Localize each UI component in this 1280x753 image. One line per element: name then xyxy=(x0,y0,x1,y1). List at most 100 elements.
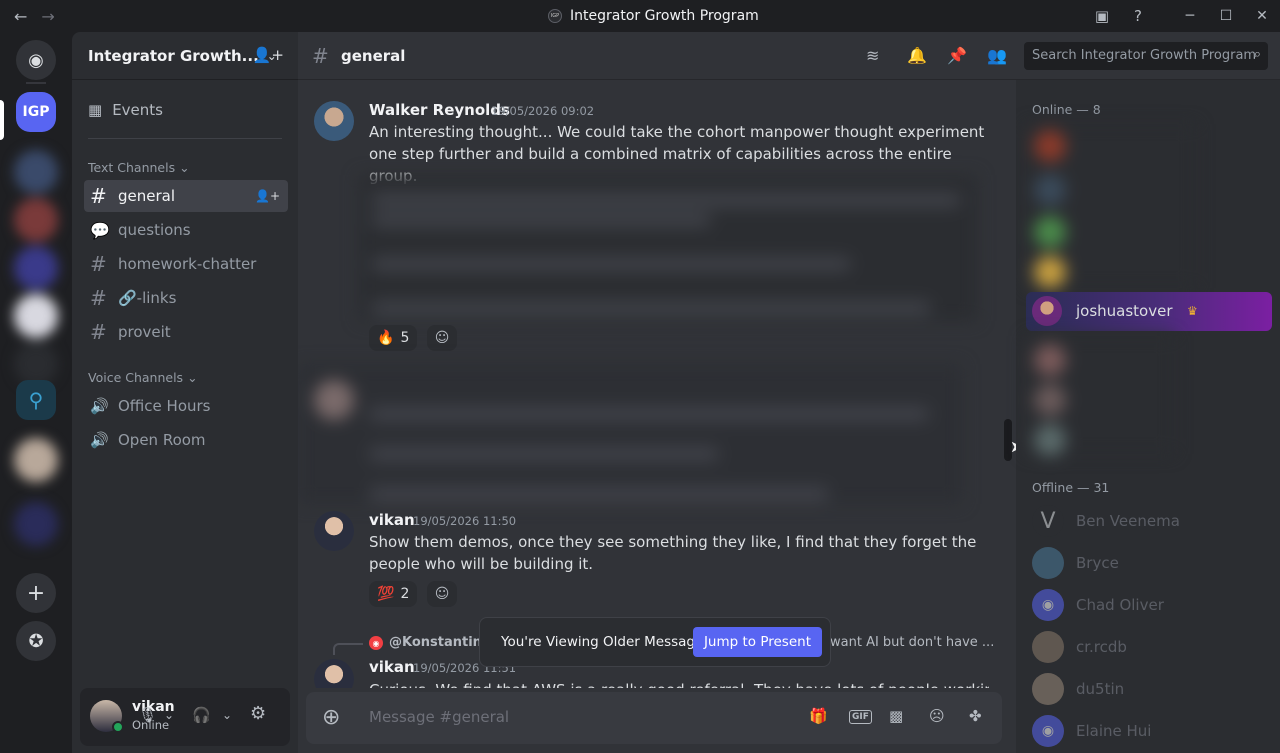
add-reaction-button[interactable]: ☺ xyxy=(427,325,457,351)
message-author[interactable]: vikan xyxy=(369,511,415,529)
avatar xyxy=(1032,547,1064,579)
message-author[interactable]: vikan xyxy=(369,658,415,676)
avatar[interactable] xyxy=(314,101,354,141)
avatar[interactable] xyxy=(314,511,354,551)
emoji-icon[interactable]: ☹ xyxy=(929,707,945,725)
headphones-icon[interactable]: 🎧 xyxy=(192,706,211,724)
hash-icon: # xyxy=(90,320,107,344)
guild-name: Integrator Growth... xyxy=(88,46,259,65)
highlighted-member-row[interactable]: joshuastover ♛ xyxy=(1026,292,1272,331)
message[interactable]: vikan 19/05/2026 11:50 Show them demos, … xyxy=(298,500,998,610)
search-input[interactable]: Search Integrator Growth Program ⌕ xyxy=(1024,42,1268,70)
avatar: ◉ xyxy=(1032,589,1064,621)
offline-header: Offline — 31 xyxy=(1032,480,1110,495)
notification-bell-icon[interactable]: 🔔 xyxy=(907,46,927,65)
status-indicator xyxy=(112,721,124,733)
avatar: V xyxy=(1032,505,1064,537)
forward-icon[interactable]: → xyxy=(41,7,54,26)
close-button[interactable]: ✕ xyxy=(1244,0,1280,32)
threads-icon[interactable]: ≋ xyxy=(866,46,879,65)
message-author[interactable]: Walker Reynolds xyxy=(369,101,510,119)
avatar[interactable] xyxy=(314,659,354,688)
jump-to-present-button[interactable]: Jump to Present xyxy=(692,627,822,657)
create-invite-icon[interactable]: 👤+ xyxy=(255,189,280,203)
member-row[interactable]: ◉ Elaine Hui xyxy=(1024,710,1272,752)
help-icon[interactable]: ? xyxy=(1120,0,1156,32)
voice-channel-open-room[interactable]: 🔊 Open Room xyxy=(84,424,288,456)
discover-icon[interactable]: ✪ xyxy=(16,621,56,661)
inbox-icon[interactable]: ▣ xyxy=(1084,0,1120,32)
hash-icon: # xyxy=(90,252,107,276)
message-text: Curious. We find that AWS is a really go… xyxy=(369,679,989,688)
channel-label: proveit xyxy=(118,323,171,341)
channel-proveit[interactable]: # proveit xyxy=(84,316,288,348)
discord-home-icon[interactable]: ◉ xyxy=(16,40,56,80)
server-logo-icon: IGP xyxy=(548,9,562,23)
message-list[interactable]: Walker Reynolds 19/05/2026 09:02 An inte… xyxy=(298,80,1016,688)
message-composer[interactable]: ⊕ Message #general 🎁 GIF ▩ ☹ ✤ xyxy=(306,692,1002,744)
pin-icon[interactable]: 📌 xyxy=(947,46,967,65)
gift-icon[interactable]: 🎁 xyxy=(809,707,828,725)
chevron-down-icon[interactable]: ⌄ xyxy=(164,708,174,722)
invite-people-icon[interactable]: 👤+ xyxy=(253,46,284,64)
minimize-button[interactable]: ─ xyxy=(1172,0,1208,32)
active-server-indicator xyxy=(0,100,4,140)
category-voice-channels[interactable]: Voice Channels ⌄ xyxy=(88,370,198,385)
microphone-icon[interactable]: 🎙 xyxy=(138,706,157,724)
back-icon[interactable]: ← xyxy=(14,7,27,26)
settings-gear-icon[interactable]: ⚙ xyxy=(250,703,266,724)
category-text-channels[interactable]: Text Channels ⌄ xyxy=(88,160,190,175)
channel-label: Open Room xyxy=(118,431,206,449)
member-row[interactable]: cr.rcdb xyxy=(1024,626,1272,668)
channel-label: general xyxy=(118,187,176,205)
message[interactable]: Walker Reynolds 19/05/2026 09:02 An inte… xyxy=(298,80,998,351)
window-title-text: Integrator Growth Program xyxy=(570,8,759,24)
events-item[interactable]: ▦ Events xyxy=(84,94,286,126)
member-list-icon[interactable]: 👥 xyxy=(987,46,1007,65)
channel-title: general xyxy=(341,47,406,65)
older-messages-bar: You're Viewing Older Messages Jump to Pr… xyxy=(479,617,831,667)
channel-links[interactable]: # 🔗-links xyxy=(84,282,288,314)
older-messages-notice: You're Viewing Older Messages xyxy=(501,634,711,650)
add-server-button[interactable]: + xyxy=(16,573,56,613)
channel-questions[interactable]: 💬 questions xyxy=(84,214,288,246)
nav-buttons: ← → xyxy=(14,7,55,26)
category-label: Voice Channels xyxy=(88,370,184,385)
reply-connector xyxy=(333,643,363,655)
member-row[interactable]: ◉ Chad Oliver xyxy=(1024,584,1272,626)
message-input[interactable]: Message #general xyxy=(369,708,509,726)
reaction-hundred[interactable]: 💯 2 xyxy=(369,581,418,607)
member-row[interactable]: V Ben Veenema xyxy=(1024,500,1272,542)
member-row[interactable]: Bryce xyxy=(1024,542,1272,584)
reaction-fire[interactable]: 🔥 5 xyxy=(369,325,418,351)
server-igp[interactable]: IGP xyxy=(16,92,56,132)
member-name: Ben Veenema xyxy=(1076,512,1180,530)
divider xyxy=(88,138,282,139)
online-header: Online — 8 xyxy=(1032,102,1101,117)
search-placeholder: Search Integrator Growth Program xyxy=(1032,48,1257,63)
channel-general[interactable]: # general 👤+ xyxy=(84,180,288,212)
gif-icon[interactable]: GIF xyxy=(849,710,872,724)
server-pin-icon[interactable]: ⚲ xyxy=(16,380,56,420)
add-reaction-button[interactable]: ☺ xyxy=(427,581,457,607)
message-timestamp: 19/05/2026 09:02 xyxy=(491,104,595,118)
member-name: du5tin xyxy=(1076,680,1125,698)
voice-channel-office-hours[interactable]: 🔊 Office Hours xyxy=(84,390,288,422)
speaker-icon: 🔊 xyxy=(90,397,109,415)
avatar xyxy=(1032,631,1064,663)
title-bar: ← → IGP Integrator Growth Program ▣ ? ─ … xyxy=(0,0,1280,32)
reply-snippet[interactable]: want AI but don't have ... xyxy=(830,635,994,650)
apps-icon[interactable]: ✤ xyxy=(969,707,982,725)
blurred-servers xyxy=(0,144,72,482)
channel-homework-chatter[interactable]: # homework-chatter xyxy=(84,248,288,280)
rail-divider xyxy=(26,82,46,84)
maximize-button[interactable]: ☐ xyxy=(1208,0,1244,32)
chevron-down-icon: ⌄ xyxy=(179,160,190,175)
attach-plus-icon[interactable]: ⊕ xyxy=(322,705,340,730)
avatar: ◉ xyxy=(1032,715,1064,747)
avatar xyxy=(1032,296,1062,326)
sticker-icon[interactable]: ▩ xyxy=(889,707,903,725)
chevron-down-icon[interactable]: ⌄ xyxy=(222,708,232,722)
guild-header[interactable]: Integrator Growth... ⌄ 👤+ xyxy=(72,32,298,80)
member-row[interactable]: du5tin xyxy=(1024,668,1272,710)
